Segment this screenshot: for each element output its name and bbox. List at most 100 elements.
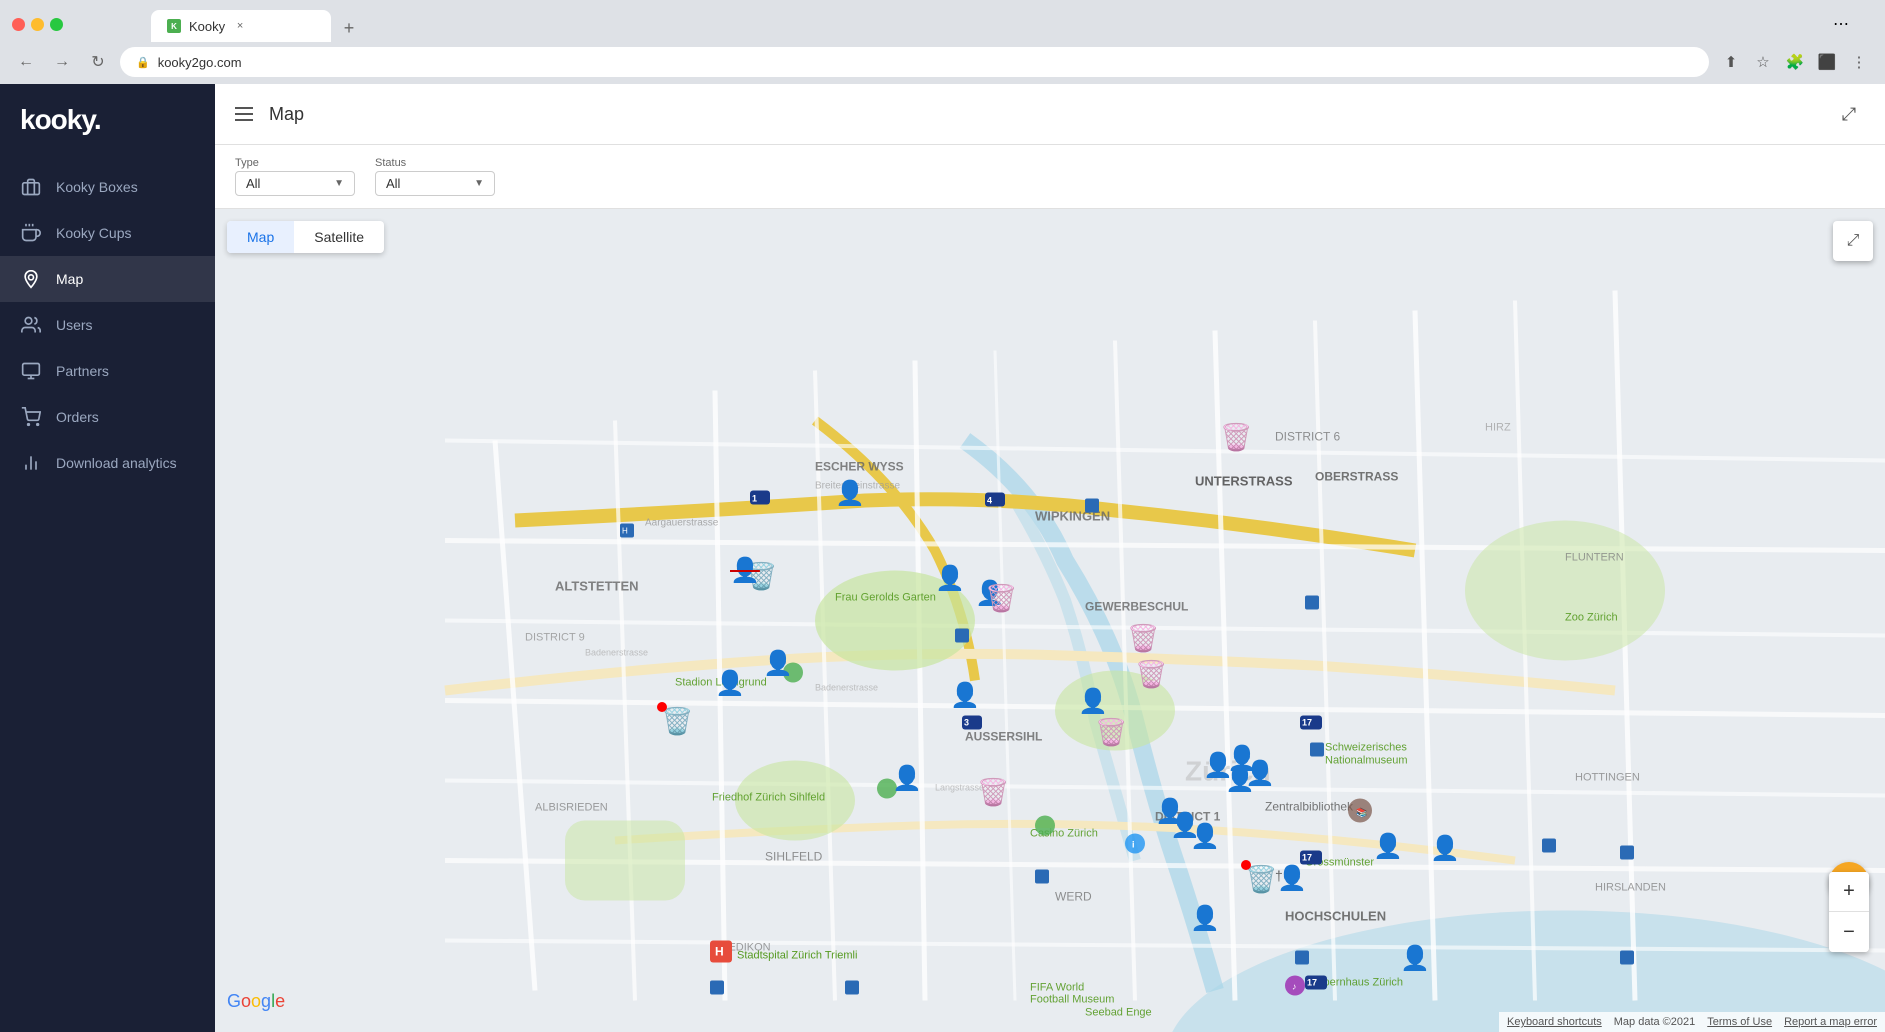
marker-box-6[interactable]: 🗑️ (1135, 659, 1167, 690)
map-fullscreen-button[interactable]: ⤢ (1833, 221, 1873, 261)
svg-text:FIFA World: FIFA World (1030, 982, 1084, 994)
svg-text:SIHLFELD: SIHLFELD (765, 850, 823, 864)
analytics-icon (20, 452, 42, 474)
map-attribution: Keyboard shortcuts Map data ©2021 Terms … (1499, 1012, 1885, 1032)
svg-text:DISTRICT 6: DISTRICT 6 (1275, 430, 1340, 444)
marker-person-4[interactable]: 👤 (763, 649, 793, 678)
map-background: ALTSTETTEN DISTRICT 9 ESCHER WYSS WIPKIN… (215, 209, 1885, 1032)
marker-box-8[interactable]: 🗑️ (1220, 422, 1252, 453)
svg-text:Nationalmuseum: Nationalmuseum (1325, 755, 1408, 767)
bookmark-icon[interactable]: ☆ (1749, 48, 1777, 76)
marker-box-5[interactable]: 🗑️ (1127, 623, 1159, 654)
logo-text: kooky. (20, 104, 101, 135)
tab-close-button[interactable]: × (233, 19, 247, 33)
sidebar-item-kooky-cups[interactable]: Kooky Cups (0, 210, 215, 256)
close-traffic-light[interactable] (12, 18, 25, 31)
zoom-in-button[interactable]: + (1829, 872, 1869, 912)
svg-text:Badenerstrasse: Badenerstrasse (585, 648, 648, 658)
marker-person-8[interactable]: 👤 (1078, 687, 1108, 716)
back-button[interactable]: ← (12, 48, 40, 76)
nav-items: Kooky Boxes Kooky Cups (0, 156, 215, 1032)
svg-text:♪: ♪ (1292, 982, 1297, 992)
sidebar-label-partners: Partners (56, 363, 109, 379)
app: kooky. Kooky Boxes (0, 84, 1885, 1032)
maximize-traffic-light[interactable] (50, 18, 63, 31)
svg-text:4: 4 (987, 496, 992, 506)
window-controls: ⋯ (1833, 14, 1873, 34)
marker-person-7[interactable]: 👤 (892, 764, 922, 793)
cup-icon (20, 222, 42, 244)
marker-person-1[interactable]: 👤 (835, 479, 865, 508)
expand-button[interactable]: ⤢ (1833, 98, 1865, 130)
type-filter-value: All (246, 176, 260, 191)
sidebar-label-kooky-boxes: Kooky Boxes (56, 179, 138, 195)
refresh-button[interactable]: ↻ (84, 48, 112, 76)
sidebar: kooky. Kooky Boxes (0, 84, 215, 1032)
terms-of-use-link[interactable]: Terms of Use (1707, 1016, 1772, 1028)
marker-person-13[interactable]: 👤 (1277, 864, 1307, 893)
sidebar-item-orders[interactable]: Orders (0, 394, 215, 440)
type-filter-select[interactable]: All ▼ (235, 171, 355, 196)
share-icon[interactable]: ⬆ (1717, 48, 1745, 76)
marker-box-4[interactable]: 🗑️ (977, 777, 1009, 808)
map-tab-satellite[interactable]: Satellite (294, 221, 384, 253)
svg-text:H: H (715, 945, 724, 959)
type-filter-group: Type All ▼ (235, 157, 355, 196)
marker-person-5[interactable]: 👤 (950, 681, 980, 710)
sidebar-item-partners[interactable]: Partners (0, 348, 215, 394)
map-container[interactable]: Map Satellite ⤢ (215, 209, 1885, 1032)
extensions-icon[interactable]: 🧩 (1781, 48, 1809, 76)
menu-icon[interactable]: ⋮ (1845, 48, 1873, 76)
forward-button[interactable]: → (48, 48, 76, 76)
map-data-text: Map data ©2021 (1614, 1016, 1696, 1028)
marker-person-15[interactable]: 👤 (1400, 944, 1430, 973)
svg-text:H: H (622, 527, 628, 536)
sidebar-item-users[interactable]: Users (0, 302, 215, 348)
status-filter-group: Status All ▼ (375, 157, 495, 196)
browser-tab[interactable]: K Kooky × (151, 10, 331, 42)
sidebar-item-map[interactable]: Map (0, 256, 215, 302)
marker-box-2[interactable]: 🗑️ (661, 706, 693, 737)
marker-box-7[interactable]: 🗑️ (1095, 717, 1127, 748)
new-tab-button[interactable]: + (335, 14, 363, 42)
svg-text:Opernhaus Zürich: Opernhaus Zürich (1315, 977, 1403, 989)
svg-text:HIRZ: HIRZ (1485, 422, 1511, 434)
g-yellow: o (251, 991, 261, 1011)
svg-text:DISTRICT 9: DISTRICT 9 (525, 632, 585, 644)
marker-person-17[interactable]: 👤 (1190, 904, 1220, 933)
report-map-link[interactable]: Report a map error (1784, 1016, 1877, 1028)
hamburger-line-1 (235, 107, 253, 109)
traffic-lights (12, 18, 63, 31)
svg-text:GEWERBESCHUL: GEWERBESCHUL (1085, 600, 1188, 614)
type-filter-label: Type (235, 157, 355, 169)
address-bar[interactable]: 🔒 kooky2go.com (120, 47, 1709, 77)
hamburger-button[interactable] (235, 107, 253, 121)
sidebar-item-kooky-boxes[interactable]: Kooky Boxes (0, 164, 215, 210)
marker-person-red-1[interactable]: 👤 (730, 556, 760, 585)
status-filter-select[interactable]: All ▼ (375, 171, 495, 196)
marker-person-2[interactable]: 👤 (935, 564, 965, 593)
filters-bar: Type All ▼ Status All ▼ (215, 145, 1885, 209)
marker-person-14[interactable]: 👤 (1373, 832, 1403, 861)
marker-person-red-4[interactable]: 👤 (1245, 759, 1275, 788)
sidebar-item-download-analytics[interactable]: Download analytics (0, 440, 215, 486)
svg-text:HOTTINGEN: HOTTINGEN (1575, 772, 1640, 784)
svg-text:ALBISRIEDEN: ALBISRIEDEN (535, 802, 608, 814)
marker-person-6[interactable]: 👤 (715, 669, 745, 698)
map-tab-map[interactable]: Map (227, 221, 294, 253)
map-icon (20, 268, 42, 290)
marker-person-red-2[interactable]: 👤 (1190, 822, 1220, 851)
marker-box-red-1[interactable]: 🗑️ (1245, 864, 1277, 895)
minimize-traffic-light[interactable] (31, 18, 44, 31)
sidebar-label-users: Users (56, 317, 93, 333)
svg-text:1: 1 (752, 494, 757, 504)
marker-person-16[interactable]: 👤 (1430, 834, 1460, 863)
map-tabs: Map Satellite (227, 221, 384, 253)
marker-box-3[interactable]: 🗑️ (985, 583, 1017, 614)
status-filter-label: Status (375, 157, 495, 169)
zoom-out-button[interactable]: − (1829, 912, 1869, 952)
svg-text:Aargauerstrasse: Aargauerstrasse (645, 518, 719, 529)
keyboard-shortcuts-link[interactable]: Keyboard shortcuts (1507, 1016, 1602, 1028)
sidebar-toggle-icon[interactable]: ⬛ (1813, 48, 1841, 76)
svg-text:WERD: WERD (1055, 890, 1092, 904)
